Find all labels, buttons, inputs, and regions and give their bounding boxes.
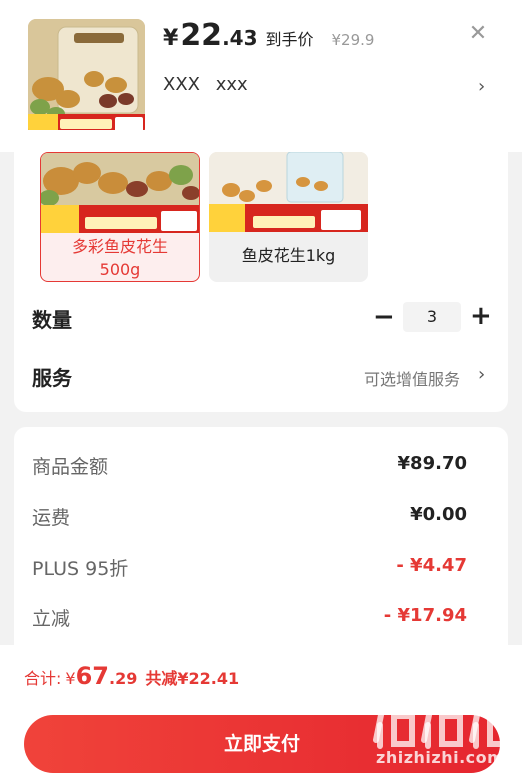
- price-line-label: 运费: [32, 507, 71, 529]
- price-row: ¥ 22 .43 到手价 ¥29.9: [163, 18, 374, 53]
- option-label: 多彩鱼皮花生 500g: [41, 235, 199, 281]
- original-price: ¥29.9: [331, 31, 375, 49]
- option-image: [41, 153, 199, 233]
- quantity-minus-button[interactable]: −: [373, 303, 395, 331]
- quantity-input[interactable]: 3: [403, 302, 461, 332]
- option-label-line1: 多彩鱼皮花生: [71, 237, 168, 256]
- close-icon[interactable]: ✕: [466, 22, 490, 46]
- option-card-1[interactable]: 多彩鱼皮花生 500g: [40, 152, 200, 282]
- total-label: 合计:: [24, 669, 62, 688]
- price-line-value: ¥0.00: [410, 504, 467, 525]
- chevron-right-icon[interactable]: ›: [478, 364, 485, 385]
- service-value[interactable]: 可选增值服务: [364, 366, 460, 390]
- price-line-label: PLUS 95折: [32, 558, 129, 580]
- total-integer: 67: [75, 662, 109, 690]
- option-label: 鱼皮花生1kg: [241, 246, 336, 265]
- option-card-2[interactable]: 鱼皮花生1kg: [209, 152, 368, 282]
- quantity-plus-button[interactable]: +: [470, 302, 492, 330]
- watermark-text: zhizhizhi.com: [376, 748, 505, 767]
- total-decimal: .29: [109, 669, 138, 688]
- price-currency: ¥: [163, 26, 179, 51]
- price-line-discount: - ¥4.47: [396, 555, 467, 576]
- total-row: 合计: ¥ 67 .29 共减¥22.41: [24, 662, 239, 690]
- quantity-label: 数量: [32, 308, 72, 332]
- price-line-discount: - ¥17.94: [383, 605, 467, 626]
- price-decimal: .43: [222, 26, 258, 50]
- price-integer: 22: [180, 18, 223, 53]
- selected-name: XXX: [163, 74, 200, 95]
- price-tag: 到手价: [265, 30, 314, 49]
- total-currency: ¥: [65, 669, 76, 688]
- chevron-right-icon[interactable]: ›: [478, 76, 485, 97]
- price-line-value: ¥89.70: [397, 453, 467, 474]
- price-line-label: 商品金额: [32, 456, 109, 478]
- product-thumbnail: [28, 19, 145, 136]
- selected-spec-value: xxx: [215, 74, 248, 95]
- option-label-line2: 500g: [99, 260, 141, 279]
- selected-spec[interactable]: XXX xxx: [163, 74, 248, 95]
- option-image: [209, 152, 368, 232]
- total-savings: 共减¥22.41: [145, 669, 240, 688]
- service-label: 服务: [32, 366, 72, 390]
- price-line-label: 立减: [32, 608, 71, 630]
